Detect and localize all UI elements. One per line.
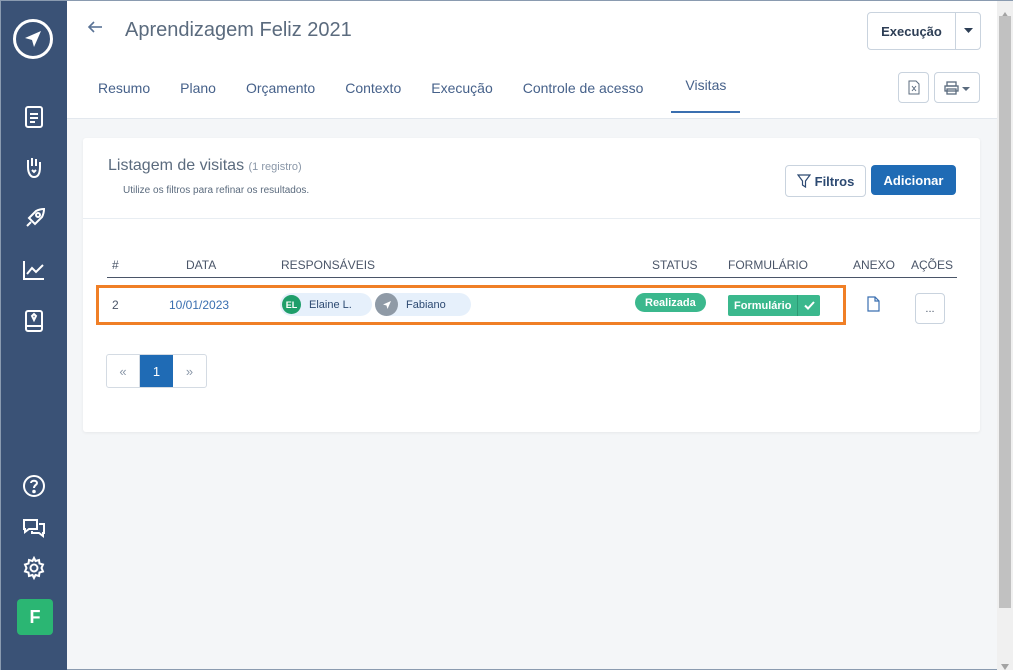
tab-controle-acesso[interactable]: Controle de acesso — [523, 71, 644, 113]
visits-card: Listagem de visitas (1 registro) Utilize… — [83, 138, 980, 432]
sidebar: F — [1, 1, 67, 670]
chart-icon[interactable] — [20, 256, 48, 284]
col-header-data: DATA — [186, 258, 217, 272]
actions-button[interactable]: ... — [915, 293, 945, 324]
scroll-thumb[interactable] — [999, 16, 1011, 608]
record-count: (1 registro) — [248, 161, 302, 173]
pagination-next[interactable]: » — [173, 355, 206, 387]
row-highlight-box — [96, 285, 846, 325]
add-button[interactable]: Adicionar — [871, 165, 956, 195]
pagination-prev[interactable]: « — [107, 355, 140, 387]
page-header: Aprendizagem Feliz 2021 Execução Resumo … — [67, 1, 997, 119]
back-arrow-icon[interactable] — [87, 19, 109, 41]
scroll-up-icon[interactable] — [1001, 5, 1009, 18]
card-title-text: Listagem de visitas — [108, 157, 245, 174]
tab-resumo[interactable]: Resumo — [98, 71, 150, 113]
divider — [83, 218, 980, 219]
filter-icon — [796, 174, 811, 188]
app-window: F Aprendizagem Feliz 2021 Execução Resum… — [0, 0, 1013, 670]
tab-contexto[interactable]: Contexto — [345, 71, 401, 113]
tab-bar: Resumo Plano Orçamento Contexto Execução… — [98, 71, 770, 113]
excel-export-button[interactable] — [898, 72, 929, 103]
filter-button-label: Filtros — [814, 173, 855, 189]
execution-dropdown[interactable]: Execução — [867, 12, 981, 50]
execution-button[interactable]: Execução — [868, 13, 956, 49]
logo-icon[interactable] — [13, 19, 53, 59]
col-header-acoes: AÇÕES — [911, 258, 954, 272]
card-title: Listagem de visitas (1 registro) — [108, 157, 302, 175]
attachment-icon[interactable] — [867, 296, 880, 317]
document-icon[interactable] — [20, 103, 48, 131]
scroll-down-icon[interactable] — [1001, 657, 1009, 670]
vertical-scrollbar[interactable] — [997, 1, 1013, 670]
user-avatar[interactable]: F — [17, 599, 53, 635]
col-header-anexo: ANEXO — [853, 258, 896, 272]
col-header-status: STATUS — [652, 258, 698, 272]
card-subtitle: Utilize os filtros para refinar os resul… — [123, 185, 310, 196]
col-header-formulario: FORMULÁRIO — [728, 258, 809, 272]
tab-visitas[interactable]: Visitas — [671, 71, 741, 113]
page-title: Aprendizagem Feliz 2021 — [125, 19, 352, 41]
tab-orcamento[interactable]: Orçamento — [246, 71, 315, 113]
tab-plano[interactable]: Plano — [180, 71, 216, 113]
rocket-icon[interactable] — [20, 205, 48, 233]
chevron-down-icon[interactable] — [956, 13, 980, 49]
col-header-num: # — [112, 258, 119, 272]
col-header-responsaveis: RESPONSÁVEIS — [281, 258, 376, 272]
tab-execucao[interactable]: Execução — [431, 71, 492, 113]
print-dropdown-button[interactable] — [934, 72, 980, 103]
help-icon[interactable] — [20, 472, 48, 500]
pagination-page[interactable]: 1 — [140, 355, 173, 387]
hand-heart-icon[interactable] — [20, 153, 48, 181]
gear-icon[interactable] — [20, 554, 48, 582]
filter-button[interactable]: Filtros — [785, 165, 866, 197]
pagination: « 1 » — [106, 354, 207, 388]
header-divider — [107, 277, 957, 278]
book-icon[interactable] — [20, 307, 48, 335]
chat-icon[interactable] — [20, 513, 48, 541]
